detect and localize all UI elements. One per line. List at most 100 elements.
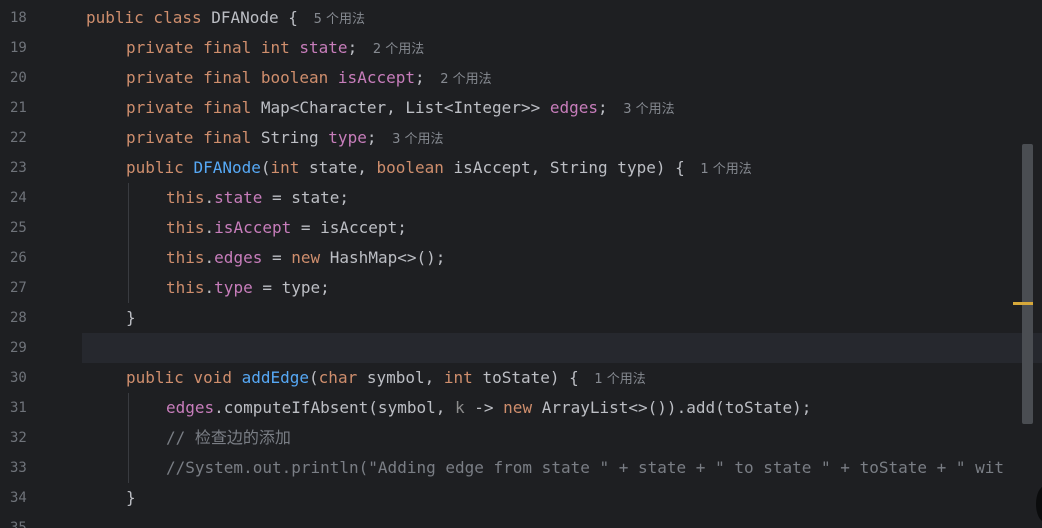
indent-guide bbox=[128, 393, 129, 483]
code-token: char bbox=[318, 368, 367, 387]
code-token: public void bbox=[126, 368, 242, 387]
code-editor[interactable]: 18 19 20 21 22 23 24 25 26 27 28 29 30 31 32 33 34 35 pub… bbox=[0, 0, 1042, 528]
code-line[interactable]: public void addEdge(char symbol, int toS… bbox=[82, 363, 1042, 393]
line-number[interactable]: 30 bbox=[0, 363, 60, 393]
usage-inlay-hint[interactable]: 2 个用法 bbox=[440, 72, 491, 87]
code-line[interactable]: this.isAccept = isAccept; bbox=[82, 213, 1042, 243]
code-token: addEdge bbox=[241, 368, 310, 387]
code-token: toState) { bbox=[482, 368, 589, 387]
code-token: isAccept bbox=[337, 68, 415, 87]
code-token: . bbox=[204, 218, 215, 237]
code-token: //System.out.println("Adding edge from s… bbox=[166, 458, 1005, 477]
code-token: . bbox=[204, 248, 215, 267]
code-line[interactable]: //System.out.println("Adding edge from s… bbox=[82, 453, 1042, 483]
code-token: this bbox=[166, 278, 205, 297]
code-token: DFANode { bbox=[211, 8, 308, 27]
code-line[interactable]: } bbox=[82, 483, 1042, 513]
code-line[interactable]: public class DFANode { 5 个用法 bbox=[82, 3, 1042, 33]
code-token: this bbox=[166, 248, 205, 267]
code-token: ( bbox=[309, 368, 319, 387]
code-line[interactable] bbox=[82, 333, 1042, 363]
usage-inlay-hint[interactable]: 3 个用法 bbox=[392, 132, 443, 147]
code-area[interactable]: public class DFANode { 5 个用法 private fina… bbox=[82, 0, 1042, 528]
code-token: ; bbox=[366, 128, 387, 147]
line-number-gutter[interactable]: 18 19 20 21 22 23 24 25 26 27 28 29 30 31 32 33 34 35 bbox=[0, 0, 82, 528]
line-number[interactable]: 35 bbox=[0, 513, 60, 528]
line-number[interactable]: 34 bbox=[0, 483, 60, 513]
code-token: type bbox=[214, 278, 253, 297]
line-number[interactable]: 27 bbox=[0, 273, 60, 303]
code-token: private final int bbox=[126, 38, 300, 57]
code-token: ; bbox=[414, 68, 435, 87]
code-token: Map<Character, List<Integer>> bbox=[260, 98, 550, 117]
code-token: = isAccept; bbox=[291, 218, 407, 237]
code-token: private final bbox=[126, 128, 261, 147]
code-line[interactable]: public DFANode(int state, boolean isAcce… bbox=[82, 153, 1042, 183]
code-token: = state; bbox=[262, 188, 350, 207]
line-number[interactable]: 26 bbox=[0, 243, 60, 273]
code-line[interactable] bbox=[82, 513, 1042, 528]
code-token: edges bbox=[214, 248, 263, 267]
usage-inlay-hint[interactable]: 5 个用法 bbox=[314, 12, 365, 27]
code-token: state bbox=[214, 188, 263, 207]
line-number[interactable]: 25 bbox=[0, 213, 60, 243]
line-number[interactable]: 22 bbox=[0, 123, 60, 153]
code-line[interactable]: this.edges = new HashMap<>(); bbox=[82, 243, 1042, 273]
usage-inlay-hint[interactable]: 1 个用法 bbox=[594, 372, 645, 387]
line-number[interactable]: 28 bbox=[0, 303, 60, 333]
code-token: String bbox=[260, 128, 329, 147]
code-line[interactable]: } bbox=[82, 303, 1042, 333]
code-token: public bbox=[126, 158, 194, 177]
line-number[interactable]: 20 bbox=[0, 63, 60, 93]
line-number[interactable]: 21 bbox=[0, 93, 60, 123]
code-token: isAccept bbox=[214, 218, 292, 237]
code-token: . bbox=[204, 188, 215, 207]
code-token: ArrayList<>()).add(toState); bbox=[541, 398, 812, 417]
code-token: public class bbox=[86, 8, 212, 27]
code-line[interactable]: private final Map<Character, List<Intege… bbox=[82, 93, 1042, 123]
code-token: . bbox=[204, 278, 215, 297]
line-number[interactable]: 29 bbox=[0, 333, 60, 363]
code-token: ; bbox=[598, 98, 618, 117]
code-token: edges bbox=[166, 398, 215, 417]
line-number[interactable]: 33 bbox=[0, 453, 60, 483]
line-number[interactable]: 32 bbox=[0, 423, 60, 453]
code-token: k bbox=[455, 398, 465, 417]
code-token: state, bbox=[309, 158, 377, 177]
code-token: } bbox=[126, 308, 136, 327]
line-number[interactable]: 24 bbox=[0, 183, 60, 213]
vertical-scrollbar[interactable] bbox=[1022, 144, 1033, 424]
code-token: ; bbox=[347, 38, 367, 57]
code-token: isAccept, String type) { bbox=[453, 158, 695, 177]
code-token: private final bbox=[126, 98, 261, 117]
line-number[interactable]: 23 bbox=[0, 153, 60, 183]
line-number[interactable]: 19 bbox=[0, 33, 60, 63]
code-line[interactable]: private final boolean isAccept; 2 个用法 bbox=[82, 63, 1042, 93]
usage-inlay-hint[interactable]: 2 个用法 bbox=[373, 42, 424, 57]
usage-inlay-hint[interactable]: 1 个用法 bbox=[700, 162, 751, 177]
code-token: DFANode bbox=[193, 158, 261, 177]
code-token: .computeIfAbsent(symbol, bbox=[214, 398, 455, 417]
code-token: -> bbox=[464, 398, 504, 417]
code-token: boolean bbox=[376, 158, 454, 177]
code-token: this bbox=[166, 188, 205, 207]
code-line[interactable]: // 检查边的添加 bbox=[82, 423, 1042, 453]
code-token: ( bbox=[260, 158, 271, 177]
code-token: this bbox=[166, 218, 205, 237]
line-number[interactable]: 18 bbox=[0, 3, 60, 33]
code-token: private final boolean bbox=[126, 68, 338, 87]
code-line[interactable]: private final int state; 2 个用法 bbox=[82, 33, 1042, 63]
line-number[interactable]: 31 bbox=[0, 393, 60, 423]
code-token: int bbox=[443, 368, 483, 387]
code-token: } bbox=[126, 488, 136, 507]
code-token: = type; bbox=[252, 278, 330, 297]
code-line[interactable]: edges.computeIfAbsent(symbol, k -> new A… bbox=[82, 393, 1042, 423]
code-line[interactable]: this.type = type; bbox=[82, 273, 1042, 303]
error-stripe-marker[interactable] bbox=[1013, 302, 1033, 305]
usage-inlay-hint[interactable]: 3 个用法 bbox=[623, 102, 674, 117]
code-token: HashMap<>(); bbox=[329, 248, 446, 267]
code-line[interactable]: private final String type; 3 个用法 bbox=[82, 123, 1042, 153]
code-token: type bbox=[328, 128, 367, 147]
code-token: = bbox=[262, 248, 292, 267]
code-line[interactable]: this.state = state; bbox=[82, 183, 1042, 213]
